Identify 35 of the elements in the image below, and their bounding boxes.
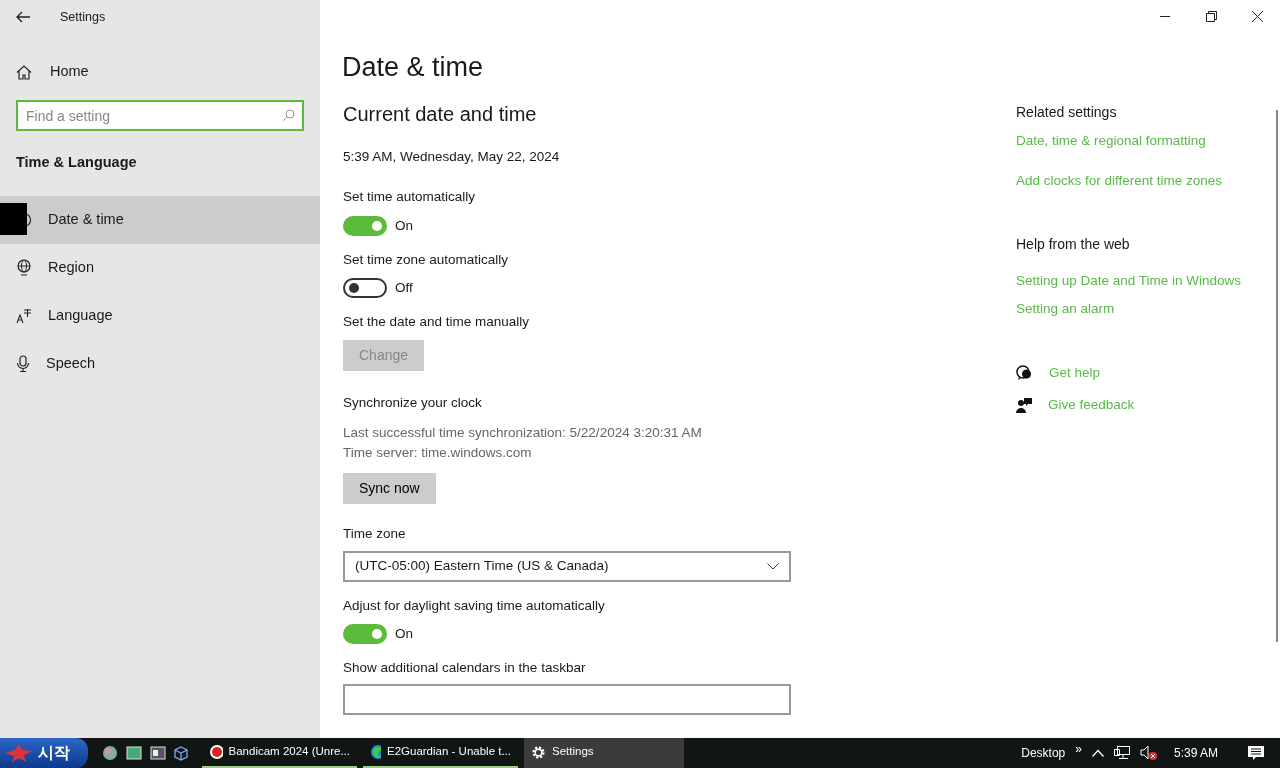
setting-label: Set time zone automatically xyxy=(343,250,510,269)
toggle-state: On xyxy=(395,624,413,643)
sync-detail: Time server: time.windows.com xyxy=(343,444,533,463)
start-label: 시작 xyxy=(38,743,70,763)
web-help-heading: Help from the web xyxy=(1016,234,1131,254)
nav-item[interactable]: Language xyxy=(0,291,320,340)
window-title: Settings xyxy=(60,8,106,26)
page-title: Date & time xyxy=(342,51,485,84)
home-link[interactable]: Home xyxy=(0,54,320,90)
sync-detail: Last successful time synchronization: 5/22/2024 3:20:31 AM xyxy=(343,423,703,442)
nav-item[interactable]: Speech xyxy=(0,339,320,388)
taskbar-button[interactable]: Settings xyxy=(524,738,684,768)
taskbar-clock[interactable]: 5:39 AM xyxy=(1173,744,1218,762)
nav-item[interactable]: Region xyxy=(0,243,320,292)
setting-label: Synchronize your clock xyxy=(343,393,483,412)
dropdown[interactable]: (UTC-05:00) Eastern Time (US & Canada) xyxy=(343,550,791,582)
toggle-state: On xyxy=(395,216,413,235)
setting-label: Time zone xyxy=(343,525,407,544)
setting-label: Adjust for daylight saving time automatically xyxy=(343,596,606,615)
start-button[interactable]: 시작 xyxy=(0,738,88,768)
section-heading: Time & Language xyxy=(15,153,138,172)
section-title: Current date and time xyxy=(343,102,538,128)
desktop-toolbar-label[interactable]: Desktop xyxy=(1021,744,1066,762)
taskbar-button[interactable]: Bandicam 2024 (Unre... xyxy=(202,738,357,768)
toggle-state: Off xyxy=(395,279,413,298)
current-date-time: 5:39 AM, Wednesday, May 22, 2024 xyxy=(343,148,561,167)
search-field[interactable]: Find a setting xyxy=(16,100,304,131)
related-settings-heading: Related settings xyxy=(1016,103,1118,122)
taskbar-button[interactable]: E2Guardian - Unable t... xyxy=(363,738,518,768)
more-toolbars-chevron[interactable]: » xyxy=(1075,740,1082,758)
setting-label: Set the date and time manually xyxy=(343,313,531,332)
setting-label: Set time automatically xyxy=(343,188,477,207)
nav-item[interactable]: Date & time xyxy=(0,195,320,244)
setting-label: Show additional calendars in the taskbar xyxy=(343,659,587,678)
sync-now-button[interactable]: Sync now xyxy=(343,473,436,505)
